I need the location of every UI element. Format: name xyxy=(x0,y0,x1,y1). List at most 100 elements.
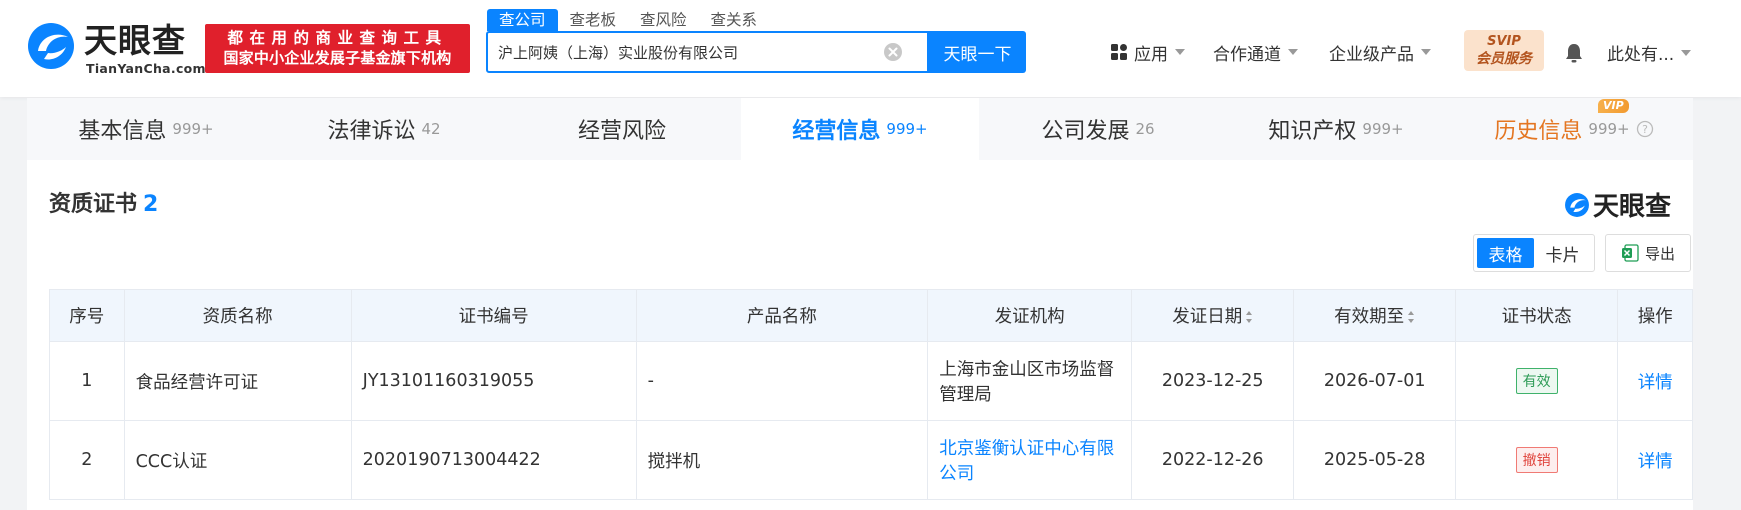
view-table-button[interactable]: 表格 xyxy=(1477,238,1534,268)
tianyancha-watermark: 天眼查 xyxy=(1564,186,1671,223)
search-box xyxy=(486,31,929,73)
header-qualification-name: 资质名称 xyxy=(123,289,352,342)
header-index: 序号 xyxy=(49,289,125,342)
nav-cooperation[interactable]: 合作通道 xyxy=(1213,34,1298,70)
tab-label: 知识产权 xyxy=(1268,119,1357,144)
certificate-table: 序号 资质名称 证书编号 产品名称 发证机构 发证日期 有效期至 证书状态 操作… xyxy=(49,289,1693,500)
tab-count: 999+ xyxy=(1588,120,1630,138)
header-issuer: 发证机构 xyxy=(927,289,1132,342)
tab-count: 26 xyxy=(1135,120,1155,138)
search-tab-boss[interactable]: 查老板 xyxy=(558,9,629,31)
chevron-down-icon xyxy=(1681,49,1692,56)
search-type-tabs: 查公司 查老板 查风险 查关系 xyxy=(487,9,769,31)
cell-product-name: - xyxy=(635,341,929,421)
bell-icon[interactable] xyxy=(1563,42,1585,64)
svip-member-label: 会员服务 xyxy=(1476,51,1532,67)
nav-apps[interactable]: 应用 xyxy=(1110,34,1185,70)
sort-icon xyxy=(1408,311,1415,323)
table-row: 1 食品经营许可证 JY13101160319055 - 上海市金山区市场监督管… xyxy=(49,341,1693,421)
search-tab-relation[interactable]: 查关系 xyxy=(699,9,770,31)
tab-label: 公司发展 xyxy=(1041,119,1130,144)
header-issue-date[interactable]: 发证日期 xyxy=(1130,289,1295,342)
cell-action: 详情 xyxy=(1617,420,1693,500)
tianyancha-logo-icon xyxy=(1565,192,1589,217)
export-label: 导出 xyxy=(1644,244,1675,263)
view-card-button[interactable]: 卡片 xyxy=(1534,238,1591,268)
cell-certificate-number: JY13101160319055 xyxy=(350,341,637,421)
tab-company-development[interactable]: 公司发展 26 xyxy=(979,98,1217,160)
excel-icon xyxy=(1621,244,1639,262)
clear-icon[interactable] xyxy=(883,42,903,62)
tab-basic-info[interactable]: 基本信息 999+ xyxy=(27,98,265,160)
tab-count: 999+ xyxy=(172,120,214,138)
svg-text:?: ? xyxy=(1642,123,1648,136)
help-icon[interactable]: ? xyxy=(1636,120,1654,138)
nav-cooperation-label: 合作通道 xyxy=(1213,44,1281,65)
cell-certificate-number: 2020190713004422 xyxy=(350,420,637,500)
cell-issuer: 北京鉴衡认证中心有限公司 xyxy=(927,420,1132,500)
status-badge: 撤销 xyxy=(1515,447,1558,473)
cell-status: 有效 xyxy=(1454,341,1619,421)
tab-label: 基本信息 xyxy=(78,119,167,144)
cell-action: 详情 xyxy=(1617,341,1693,421)
details-link[interactable]: 详情 xyxy=(1638,373,1673,393)
details-link[interactable]: 详情 xyxy=(1638,452,1673,472)
tianyancha-logo[interactable]: 天眼查 TianYanCha.com xyxy=(26,20,206,76)
watermark-text: 天眼查 xyxy=(1592,192,1671,222)
nav-enterprise[interactable]: 企业级产品 xyxy=(1329,34,1431,70)
header-status: 证书状态 xyxy=(1454,289,1619,342)
tab-label: 经营风险 xyxy=(577,119,666,144)
tab-business-info[interactable]: 经营信息 999+ xyxy=(741,98,979,160)
apps-grid-icon xyxy=(1111,44,1127,60)
tab-label: 历史信息 xyxy=(1494,119,1583,144)
company-section-tabs: 基本信息 999+ 法律诉讼 42 经营风险 经营信息 999+ 公司发展 26 知识产… xyxy=(27,98,1693,160)
tab-label: 经营信息 xyxy=(792,119,881,144)
tianyancha-logo-icon xyxy=(28,23,74,69)
slogan-banner: 都在用的商业查询工具 国家中小企业发展子基金旗下机构 xyxy=(205,24,470,73)
cell-status: 撤销 xyxy=(1454,420,1619,500)
nav-apps-label: 应用 xyxy=(1134,44,1168,65)
search-tab-risk[interactable]: 查风险 xyxy=(628,9,699,31)
svip-label: SVIP xyxy=(1487,34,1521,49)
svip-member-button[interactable]: SVIP 会员服务 xyxy=(1464,30,1544,71)
cell-qualification-name: CCC认证 xyxy=(123,420,352,500)
search-input[interactable] xyxy=(498,33,878,71)
issuer-link[interactable]: 北京鉴衡认证中心有限公司 xyxy=(939,439,1114,484)
tab-legal[interactable]: 法律诉讼 42 xyxy=(265,98,503,160)
user-menu[interactable]: 此处有... xyxy=(1607,40,1692,65)
header-certificate-number: 证书编号 xyxy=(350,289,637,342)
cell-index: 2 xyxy=(49,420,125,500)
search-tab-company[interactable]: 查公司 xyxy=(487,9,558,31)
status-badge: 有效 xyxy=(1515,368,1558,394)
search-button[interactable]: 天眼一下 xyxy=(929,31,1026,73)
tab-history-info[interactable]: 历史信息 999+ ? xyxy=(1455,98,1693,160)
view-toggle: 表格 卡片 xyxy=(1473,234,1595,272)
tab-count: 999+ xyxy=(886,120,928,138)
header-valid-until[interactable]: 有效期至 xyxy=(1293,289,1456,342)
cell-product-name: 搅拌机 xyxy=(635,420,929,500)
tab-intellectual-property[interactable]: 知识产权 999+ xyxy=(1217,98,1455,160)
cell-issue-date: 2022-12-26 xyxy=(1130,420,1295,500)
export-button[interactable]: 导出 xyxy=(1605,234,1691,272)
tab-business-risk[interactable]: 经营风险 xyxy=(503,98,741,160)
sort-icon xyxy=(1246,311,1253,323)
cell-issuer: 上海市金山区市场监督管理局 xyxy=(927,341,1132,421)
section-count: 2 xyxy=(143,192,159,217)
cell-index: 1 xyxy=(49,341,125,421)
header-issue-date-label: 发证日期 xyxy=(1172,307,1243,327)
chevron-down-icon xyxy=(1175,49,1185,55)
slogan-line-2: 国家中小企业发展子基金旗下机构 xyxy=(223,49,452,67)
chevron-down-icon xyxy=(1288,49,1298,55)
cell-issue-date: 2023-12-25 xyxy=(1130,341,1295,421)
logo-text: 天眼查 xyxy=(84,21,186,60)
tab-count: 42 xyxy=(421,120,441,138)
cell-qualification-name: 食品经营许可证 xyxy=(123,341,352,421)
cell-valid-until: 2025-05-28 xyxy=(1293,420,1456,500)
cell-valid-until: 2026-07-01 xyxy=(1293,341,1456,421)
logo-domain: TianYanCha.com xyxy=(86,61,206,76)
header-product-name: 产品名称 xyxy=(635,289,929,342)
user-name: 此处有... xyxy=(1607,45,1675,65)
section-title-text: 资质证书 xyxy=(49,192,138,217)
vip-badge: VIP xyxy=(1598,99,1629,113)
tab-label: 法律诉讼 xyxy=(327,119,416,144)
